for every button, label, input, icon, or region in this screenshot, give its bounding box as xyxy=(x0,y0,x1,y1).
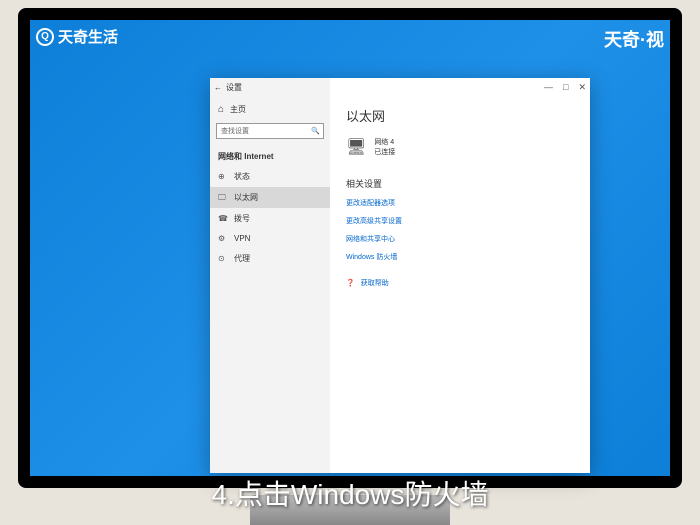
settings-window: ← 设置 — □ ✕ ⌂ 主页 查找设置 网络和 Internet xyxy=(210,78,590,473)
titlebar: ← 设置 — □ ✕ xyxy=(210,78,590,96)
sidebar-item-dialup[interactable]: ☎ 拨号 xyxy=(210,208,330,229)
sidebar-item-label: 代理 xyxy=(234,253,250,264)
back-icon[interactable]: ← xyxy=(214,83,222,92)
link-network-center[interactable]: 网络和共享中心 xyxy=(346,234,574,244)
sidebar-item-status[interactable]: ⊕ 状态 xyxy=(210,166,330,187)
vpn-icon: ⚙ xyxy=(218,234,228,243)
ethernet-icon: 🖵 xyxy=(218,193,228,203)
link-windows-firewall[interactable]: Windows 防火墙 xyxy=(346,252,574,262)
sidebar-item-label: 状态 xyxy=(234,171,250,182)
search-placeholder: 查找设置 xyxy=(221,126,249,136)
window-title: 设置 xyxy=(226,82,242,93)
maximize-button[interactable]: □ xyxy=(563,82,568,93)
watermark-icon: Q xyxy=(36,28,54,46)
sidebar-item-proxy[interactable]: ⊙ 代理 xyxy=(210,248,330,269)
sidebar-home[interactable]: ⌂ 主页 xyxy=(210,100,330,119)
sidebar-item-ethernet[interactable]: 🖵 以太网 xyxy=(210,187,330,208)
search-input[interactable]: 查找设置 xyxy=(216,123,324,139)
network-name: 网络 4 xyxy=(374,137,395,147)
watermark-text: 天奇生活 xyxy=(58,26,118,47)
link-sharing-options[interactable]: 更改高级共享设置 xyxy=(346,216,574,226)
video-caption: 4.点击Windows防火墙 xyxy=(0,473,700,513)
sidebar-item-vpn[interactable]: ⚙ VPN xyxy=(210,229,330,248)
dialup-icon: ☎ xyxy=(218,214,228,223)
sidebar-item-label: 拨号 xyxy=(234,213,250,224)
watermark-top-right: 天奇·视 xyxy=(604,26,664,52)
page-title: 以太网 xyxy=(346,106,574,125)
home-icon: ⌂ xyxy=(218,104,224,115)
related-settings-title: 相关设置 xyxy=(346,177,574,190)
proxy-icon: ⊙ xyxy=(218,254,228,263)
desktop-screen: Q 天奇生活 天奇·视 ← 设置 — □ ✕ ⌂ 主页 xyxy=(30,20,670,476)
help-label: 获取帮助 xyxy=(361,278,389,288)
close-button[interactable]: ✕ xyxy=(578,82,586,93)
content-panel: 以太网 🖥 网络 4 已连接 相关设置 更改适配器选项 更改高级共享设置 网络和… xyxy=(330,78,590,473)
sidebar-item-label: VPN xyxy=(234,234,250,243)
minimize-button[interactable]: — xyxy=(544,82,553,93)
home-label: 主页 xyxy=(230,104,246,115)
network-status: 已连接 xyxy=(374,147,395,157)
sidebar-category: 网络和 Internet xyxy=(210,147,330,166)
get-help-link[interactable]: ❓ 获取帮助 xyxy=(346,278,574,288)
help-icon: ❓ xyxy=(346,279,355,287)
link-adapter-options[interactable]: 更改适配器选项 xyxy=(346,198,574,208)
network-icon: 🖥 xyxy=(346,137,366,157)
sidebar: ⌂ 主页 查找设置 网络和 Internet ⊕ 状态 🖵 以太网 ☎ 拨号 xyxy=(210,78,330,473)
sidebar-item-label: 以太网 xyxy=(234,192,258,203)
watermark-top-left: Q 天奇生活 xyxy=(36,26,118,47)
monitor-frame: Q 天奇生活 天奇·视 ← 设置 — □ ✕ ⌂ 主页 xyxy=(18,8,682,488)
network-card[interactable]: 🖥 网络 4 已连接 xyxy=(346,137,574,157)
status-icon: ⊕ xyxy=(218,172,228,181)
